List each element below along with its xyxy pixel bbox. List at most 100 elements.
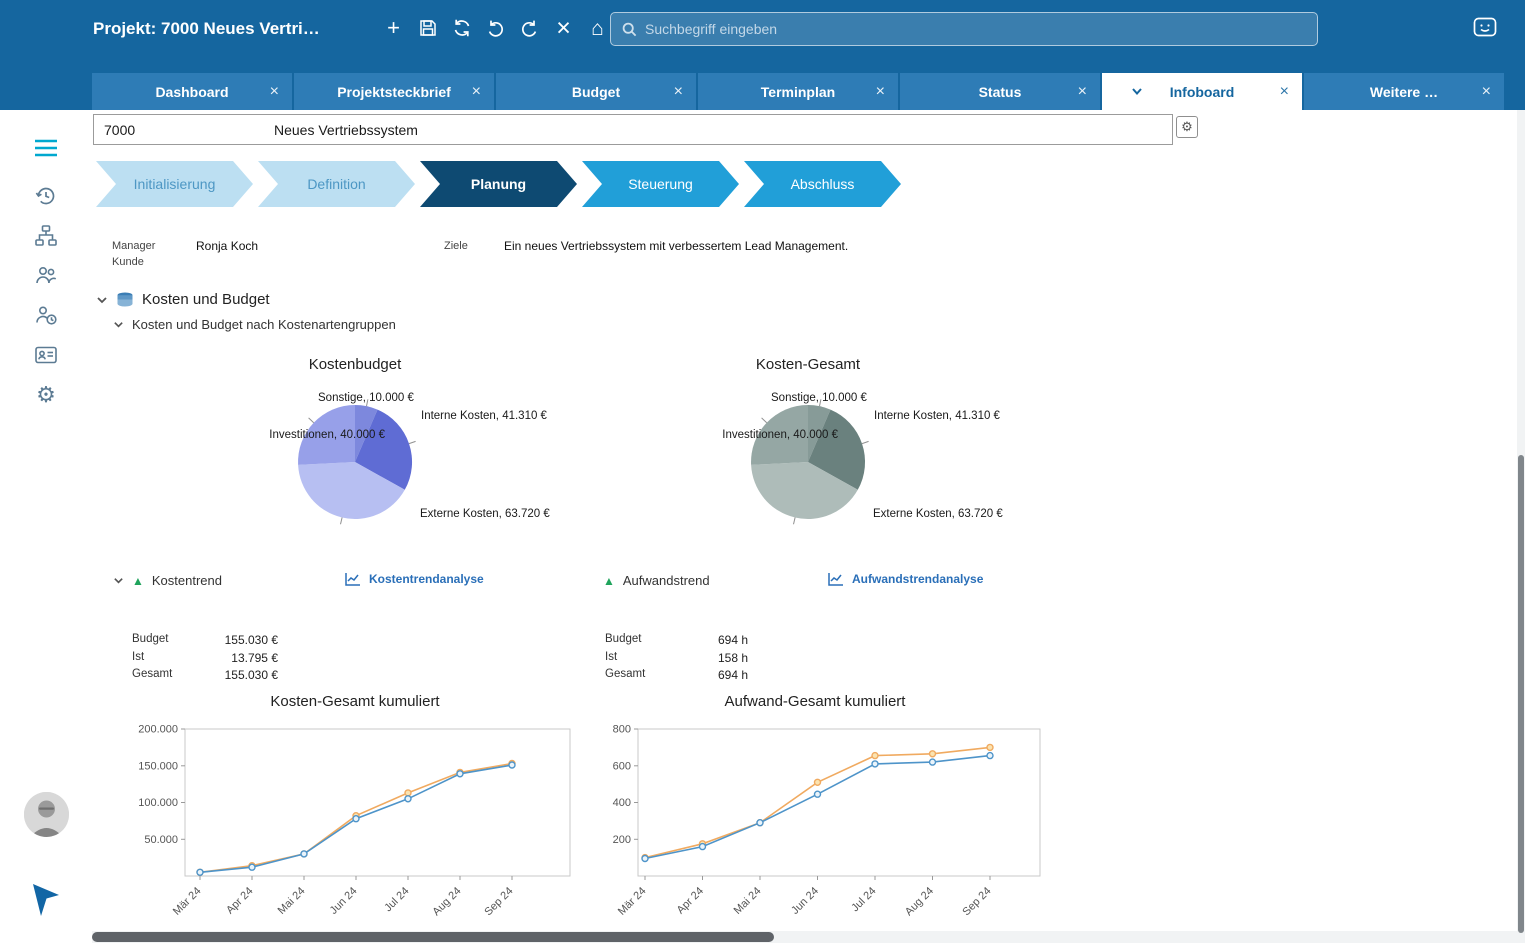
close-button[interactable]: × (548, 11, 579, 45)
data-point[interactable] (641, 854, 649, 863)
save-button[interactable] (412, 11, 443, 45)
gear-icon: ⚙ (1181, 119, 1193, 134)
project-structure-icon (35, 225, 57, 246)
tab-close-icon[interactable]: × (674, 83, 683, 101)
chart-icon (828, 573, 843, 586)
project-title-field[interactable]: 7000 Neues Vertriebssystem (93, 114, 1173, 145)
redo-button[interactable] (514, 11, 545, 45)
phase-abschluss[interactable]: Abschluss (744, 161, 901, 207)
kosten-stats: Budget 155.030 € Ist 13.795 € Gesamt 155.030 … (132, 633, 278, 686)
data-point[interactable] (300, 850, 308, 858)
id-card-icon (35, 346, 57, 364)
data-point[interactable] (698, 842, 707, 851)
pie-chart-kosten-gesamt: Sonstige, 10.000 € Interne Kosten, 41.310… (722, 392, 1003, 525)
data-point[interactable] (352, 814, 360, 823)
subsection-title: Kosten und Budget nach Kostenartengruppe… (132, 317, 396, 332)
tab-close-icon[interactable]: × (270, 83, 279, 101)
data-point[interactable] (404, 795, 412, 803)
chevron-down-icon[interactable] (113, 319, 124, 330)
svg-text:100.000: 100.000 (138, 797, 178, 809)
sync-icon (454, 19, 469, 37)
user-avatar[interactable] (24, 792, 69, 837)
data-point[interactable] (456, 770, 464, 778)
phase-initialisierung[interactable]: Initialisierung (96, 161, 253, 207)
phase-steuerung[interactable]: Steuerung (582, 161, 739, 207)
svg-text:Jun 24: Jun 24 (789, 885, 821, 917)
phase-definition[interactable]: Definition (258, 161, 415, 207)
phase-planung[interactable]: Planung (420, 161, 577, 207)
aufwandstrendanalyse-link[interactable]: Aufwandstrendanalyse (852, 572, 983, 586)
planning-button[interactable] (31, 301, 61, 329)
budget-stack-icon (117, 292, 133, 306)
data-point[interactable] (248, 863, 256, 871)
kostentrendanalyse-link[interactable]: Kostentrendanalyse (369, 572, 484, 586)
global-search[interactable] (610, 12, 1318, 46)
add-button[interactable]: + (378, 11, 409, 45)
data-point[interactable] (756, 818, 764, 827)
data-point[interactable] (986, 751, 994, 760)
tab-close-icon[interactable]: × (472, 83, 481, 101)
chevron-down-icon[interactable] (1130, 84, 1144, 101)
sync-button[interactable] (446, 11, 477, 45)
chevron-down-icon[interactable] (113, 575, 124, 586)
tab-infoboard[interactable]: Infoboard × (1102, 73, 1302, 110)
chart-icon (345, 573, 360, 586)
svg-text:Sep 24: Sep 24 (960, 885, 993, 918)
project-number[interactable]: 7000 (94, 122, 266, 138)
data-point[interactable] (196, 868, 204, 877)
history-button[interactable] (31, 182, 61, 210)
data-point[interactable] (871, 760, 879, 768)
svg-text:Jul 24: Jul 24 (849, 885, 878, 914)
stat-row: Budget 155.030 € (132, 633, 278, 647)
tab-status[interactable]: Status × (900, 73, 1100, 110)
vertical-scrollbar-thumb[interactable] (1518, 455, 1524, 933)
feedback-button[interactable] (1472, 15, 1498, 46)
tab-label: Status (978, 83, 1022, 100)
data-point[interactable] (871, 751, 879, 760)
history-icon (35, 187, 55, 205)
project-name[interactable]: Neues Vertriebssystem (266, 122, 418, 138)
pie-label: Interne Kosten, 41.310 € (874, 410, 1001, 422)
data-point[interactable] (813, 790, 822, 798)
projects-button[interactable] (31, 222, 61, 250)
pie-label: Externe Kosten, 63.720 € (873, 508, 1003, 520)
tab-label: Projektsteckbrief (337, 83, 451, 100)
home-button[interactable]: ⌂ (582, 11, 613, 45)
line-chart-aufwand: 200 400 600 800 Mär 24 Apr 24 Mai 24 Jun 24 Jul … (613, 724, 1041, 918)
settings-button[interactable]: ⚙ (31, 381, 61, 409)
horizontal-scrollbar-thumb[interactable] (92, 932, 774, 942)
tab-weitere[interactable]: Weitere … × (1304, 73, 1504, 110)
pie-label: Interne Kosten, 41.310 € (421, 410, 548, 422)
tab-dashboard[interactable]: Dashboard × (92, 73, 292, 110)
field-settings-button[interactable]: ⚙ (1176, 116, 1198, 138)
data-point[interactable] (813, 778, 822, 787)
pie-label: Sonstige, 10.000 € (771, 392, 868, 404)
top-bar: Projekt: 7000 Neues Vertri… + × ⌂ (0, 0, 1525, 73)
tab-close-icon[interactable]: × (1280, 83, 1289, 101)
person-schedule-icon (36, 306, 57, 325)
svg-text:200: 200 (613, 834, 631, 846)
menu-button[interactable] (31, 134, 61, 162)
resources-button[interactable] (31, 261, 61, 289)
tab-close-icon[interactable]: × (1482, 83, 1491, 101)
search-input[interactable] (645, 21, 1306, 37)
data-point[interactable] (986, 743, 994, 752)
data-point[interactable] (928, 758, 937, 766)
tab-close-icon[interactable]: × (1078, 83, 1087, 101)
tab-budget[interactable]: Budget × (496, 73, 696, 110)
phase-bar: Initialisierung Definition Planung Steuerun… (96, 161, 901, 207)
contacts-button[interactable] (31, 341, 61, 369)
tab-terminplan[interactable]: Terminplan × (698, 73, 898, 110)
pie-label: Investitionen, 40.000 € (722, 429, 838, 441)
svg-text:200.000: 200.000 (138, 724, 178, 736)
chevron-down-icon[interactable] (96, 294, 108, 306)
svg-text:400: 400 (613, 797, 631, 809)
pie-title-kostenbudget: Kostenbudget (308, 356, 402, 373)
data-point[interactable] (928, 750, 937, 758)
trend-up-icon: ▲ (603, 573, 615, 588)
data-point[interactable] (404, 789, 412, 797)
data-point[interactable] (508, 761, 516, 769)
undo-button[interactable] (480, 11, 511, 45)
tab-close-icon[interactable]: × (876, 83, 885, 101)
tab-projektsteckbrief[interactable]: Projektsteckbrief × (294, 73, 494, 110)
